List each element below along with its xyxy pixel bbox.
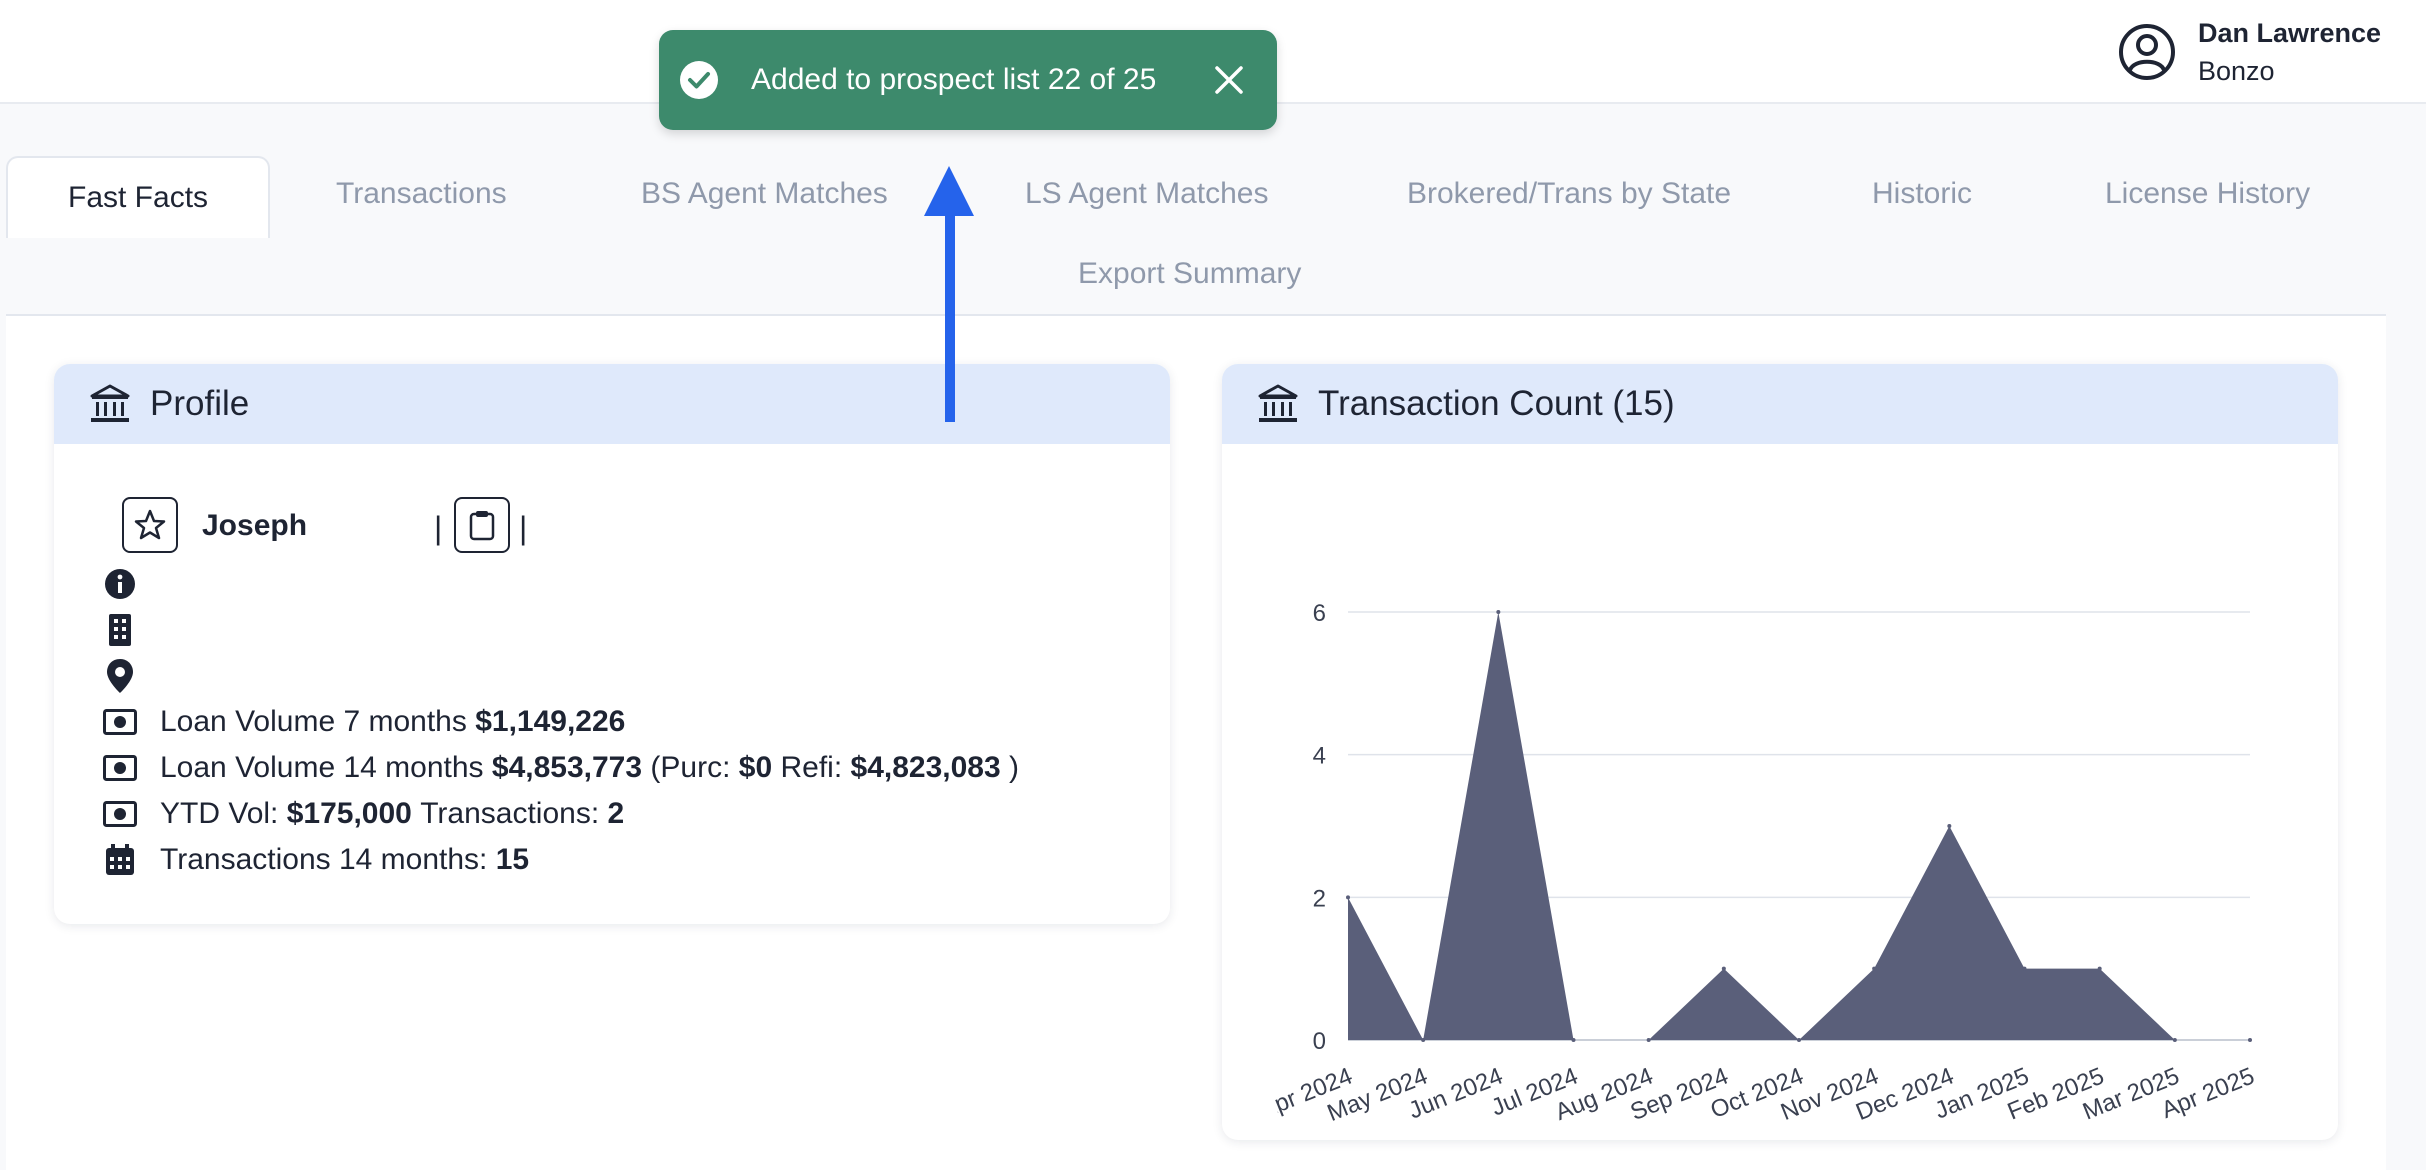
data-point[interactable] — [2172, 1038, 2177, 1042]
loan14-label: Loan Volume 14 months — [160, 751, 484, 784]
toast-message: Added to prospect list 22 of 25 — [751, 63, 1157, 96]
data-point[interactable] — [1947, 824, 1952, 828]
data-point[interactable] — [2248, 1038, 2252, 1042]
ytd-value: $175,000 — [286, 797, 412, 830]
money-icon — [102, 796, 138, 832]
success-toast: Added to prospect list 22 of 25 — [659, 30, 1277, 130]
refi-label: Refi: — [780, 751, 843, 784]
profile-card-header: Profile — [54, 364, 1170, 444]
transactions-14-row: Transactions 14 months: 15 — [102, 842, 529, 878]
data-point[interactable] — [2022, 966, 2027, 971]
info-row — [102, 566, 160, 602]
data-point[interactable] — [1496, 610, 1501, 614]
tab-bar: Fast Facts Transactions BS Agent Matches… — [6, 104, 2386, 316]
close-paren: ) — [1009, 751, 1020, 784]
loan14-value: $4,853,773 — [491, 751, 643, 784]
favorite-star-button[interactable] — [122, 497, 178, 553]
ytd-transactions-label: Transactions: — [420, 797, 600, 830]
annotation-arrow — [924, 166, 974, 422]
money-icon — [102, 704, 138, 740]
tab-bs-agent-matches[interactable]: BS Agent Matches — [641, 176, 888, 212]
y-tick-label: 6 — [1313, 600, 1326, 627]
copy-clipboard-button[interactable] — [454, 497, 510, 553]
transaction-card-title: Transaction Count (15) — [1318, 384, 1675, 423]
user-name: Dan Lawrence — [2198, 18, 2382, 48]
transaction-count-card: Transaction Count (15) 0 2 4 6 Apr 2024 May 2… — [1222, 364, 2338, 1140]
calendar-icon — [102, 842, 138, 878]
data-point[interactable] — [1571, 1038, 1576, 1042]
tab-brokered-trans-by-state[interactable]: Brokered/Trans by State — [1407, 176, 1731, 212]
user-company: Bonzo — [2198, 56, 2275, 86]
data-point[interactable] — [1797, 1038, 1801, 1042]
data-point[interactable] — [1646, 1038, 1651, 1042]
area-series — [1348, 612, 2250, 1040]
profile-name: Joseph — [202, 509, 308, 542]
data-point[interactable] — [1721, 966, 1726, 971]
bank-icon — [1258, 384, 1298, 422]
data-point[interactable] — [2097, 966, 2102, 971]
tab-transactions[interactable]: Transactions — [336, 176, 507, 212]
tab-fast-facts[interactable]: Fast Facts — [6, 156, 271, 238]
tab-export-summary[interactable]: Export Summary — [1078, 256, 1301, 292]
tab-ls-agent-matches[interactable]: LS Agent Matches — [1025, 176, 1269, 212]
separator: | — [434, 510, 443, 546]
building-icon — [102, 612, 138, 648]
transaction-card-header: Transaction Count (15) — [1222, 364, 2338, 444]
money-icon — [102, 750, 138, 786]
purc-label: (Purc: — [650, 751, 731, 784]
location-row — [102, 658, 160, 694]
data-point[interactable] — [1346, 895, 1350, 900]
tab-historic[interactable]: Historic — [1872, 176, 1972, 212]
check-circle-icon — [680, 61, 718, 99]
y-tick-label: 4 — [1313, 743, 1326, 770]
purc-value: $0 — [738, 751, 773, 784]
bank-icon — [90, 384, 130, 422]
loan-volume-14-row: Loan Volume 14 months $4,853,773 (Purc: … — [102, 750, 1019, 786]
ytd-row: YTD Vol: $175,000 Transactions: 2 — [102, 796, 624, 832]
profile-card: Profile Joseph | | Loan Volume 7 months … — [54, 364, 1170, 924]
y-tick-label: 2 — [1313, 885, 1326, 912]
profile-title: Profile — [150, 384, 250, 423]
refi-value: $4,823,083 — [850, 751, 1001, 784]
ytd-transactions-value: 2 — [607, 797, 625, 830]
star-icon — [134, 509, 166, 540]
user-circle-icon — [2119, 24, 2175, 80]
separator: | — [519, 510, 528, 546]
loan-volume-7-row: Loan Volume 7 months $1,149,226 — [102, 704, 625, 740]
map-pin-icon — [102, 658, 138, 694]
y-tick-label: 0 — [1313, 1028, 1326, 1055]
user-menu[interactable]: Dan Lawrence Bonzo — [2116, 14, 2381, 90]
info-icon — [102, 566, 138, 602]
data-point[interactable] — [1421, 1038, 1426, 1042]
loan7-label: Loan Volume 7 months — [160, 705, 467, 738]
data-point[interactable] — [1872, 966, 1877, 971]
company-row — [102, 612, 160, 648]
loan7-value: $1,149,226 — [475, 705, 626, 738]
transaction-count-chart: 0246Apr 2024May 2024Jun 2024Jul 2024Aug … — [1256, 600, 2258, 1127]
trans14-value: 15 — [495, 843, 530, 876]
trans14-label: Transactions 14 months: — [160, 843, 488, 876]
close-icon[interactable] — [1213, 64, 1245, 96]
ytd-label: YTD Vol: — [160, 797, 279, 830]
clipboard-icon — [469, 511, 495, 541]
tab-license-history[interactable]: License History — [2105, 176, 2310, 212]
